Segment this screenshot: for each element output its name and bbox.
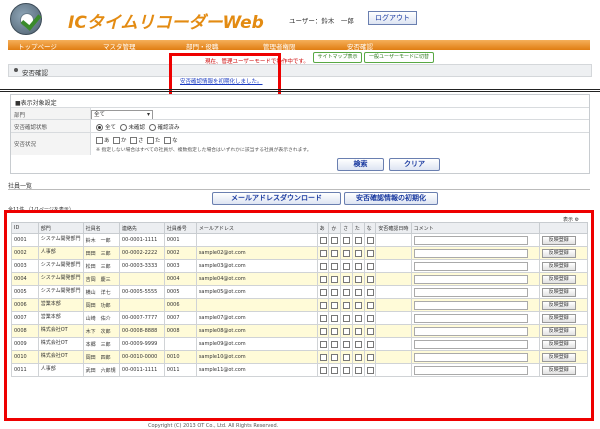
status-radio-all[interactable] [96,124,103,131]
situation-label: 安否状況 [11,133,91,155]
page-title-bar: 安否確認 [8,64,592,77]
footer-copyright: Copyright (C) 2013 OT Co., Ltd. All Righ… [148,423,279,429]
logout-button[interactable]: ログアウト [368,11,417,25]
app-title: ICタイムリコーダーWeb [68,13,264,33]
user-label: ユーザー：鈴木 一郎 [289,17,354,25]
search-button[interactable]: 検索 [337,158,384,171]
reset-safety-button[interactable]: 安否確認情報の初期化 [344,192,438,205]
status-radio-group: 全て 未確認 確認済み [96,123,180,131]
situation-checkbox-sa[interactable] [130,137,138,144]
divider [8,189,590,190]
status-radio-unconfirmed[interactable] [119,124,127,131]
situation-option-a: あ [104,138,110,144]
check-icon [20,9,42,31]
clock-logo-icon [10,3,42,35]
nav-item-master[interactable]: マスタ管理 [103,41,136,51]
divider [0,89,600,90]
situation-checkbox-ka[interactable] [113,137,121,144]
situation-option-ta: た [155,138,161,144]
nav-item-safety[interactable]: 安否確認 [347,41,373,51]
status-option-all: 全て [105,125,117,131]
situation-note: ※ 指定しない場合はすべての社員が、複数指定した場合はいずれかに該当する社員が表… [96,148,312,153]
situation-checkbox-na[interactable] [164,137,172,144]
situation-option-ka: か [121,138,127,144]
situation-option-na: な [172,138,178,144]
filter-panel: ■表示対象設定 部門 全て 安否確認状態 全て 未確認 確認済み 安否状況 あ … [10,94,590,174]
situation-option-sa: さ [138,138,144,144]
highlight-box-table [4,210,594,421]
nav-item-top[interactable]: トップページ [18,41,57,51]
status-option-confirmed: 確認済み [157,125,180,131]
clear-button[interactable]: クリア [389,158,440,171]
page-title: 安否確認 [22,69,48,77]
situation-checkbox-group: あ か さ た な [96,136,178,144]
filter-title: ■表示対象設定 [15,100,57,107]
status-radio-confirmed[interactable] [148,124,156,131]
nav-item-dept[interactable]: 部門・役職 [186,41,219,51]
divider [0,91,600,92]
status-option-unconfirmed: 未確認 [128,125,146,131]
switch-user-mode-button[interactable]: 一般ユーザーモードに切替 [364,52,434,63]
nav-item-admin[interactable]: 管理者権限 [263,41,296,51]
mail-download-button[interactable]: メールアドレスダウンロード [212,192,341,205]
situation-checkbox-a[interactable] [96,137,103,144]
filter-row-situation: 安否状況 あ か さ た な ※ 指定しない場合はすべての社員が、複数指定した場… [11,132,589,155]
situation-checkbox-ta[interactable] [147,137,155,144]
bullet-icon [14,68,18,72]
main-nav: トップページ マスタ管理 部門・役職 管理者権限 安否確認 [8,40,590,51]
sitemap-button[interactable]: サイトマップ表示 [313,52,362,63]
filter-row-status: 安否確認状態 全て 未確認 確認済み [11,119,589,133]
header: ICタイムリコーダーWeb ユーザー：鈴木 一郎 ログアウト [0,0,600,38]
